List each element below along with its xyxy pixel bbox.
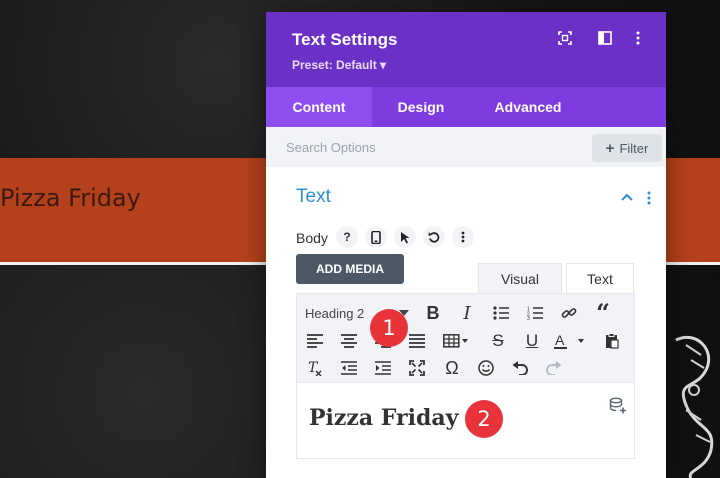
- tab-design[interactable]: Design: [384, 87, 458, 127]
- preset-dropdown[interactable]: Preset: Default ▾: [292, 58, 386, 72]
- split-view-icon[interactable]: [597, 30, 613, 46]
- section-more-icon[interactable]: [644, 190, 654, 206]
- svg-text:A: A: [555, 333, 565, 348]
- dynamic-content-icon[interactable]: [609, 397, 627, 415]
- svg-text:T: T: [308, 360, 319, 376]
- paste-icon[interactable]: [600, 329, 624, 353]
- link-icon[interactable]: [557, 301, 581, 325]
- italic-icon[interactable]: I: [455, 301, 479, 325]
- expand-icon[interactable]: [557, 30, 573, 46]
- settings-tabs: Content Design Advanced: [266, 87, 666, 127]
- search-options-input[interactable]: [286, 135, 586, 159]
- pizza-doodle-icon: [675, 335, 714, 478]
- reset-icon[interactable]: [423, 226, 445, 248]
- tab-content[interactable]: Content: [266, 87, 372, 127]
- emoji-icon[interactable]: [474, 356, 498, 380]
- redo-icon[interactable]: [542, 356, 566, 380]
- callout-marker-1: 1: [370, 309, 408, 347]
- strikethrough-icon[interactable]: S: [486, 329, 510, 353]
- underline-icon[interactable]: U: [520, 329, 544, 353]
- blockquote-icon[interactable]: “: [591, 301, 615, 325]
- numbered-list-icon[interactable]: 123: [523, 301, 547, 325]
- filter-label: Filter: [619, 140, 649, 156]
- indent-icon[interactable]: [371, 356, 395, 380]
- special-character-icon[interactable]: Ω: [440, 356, 464, 380]
- table-icon[interactable]: [441, 329, 471, 353]
- text-color-icon[interactable]: A: [553, 329, 587, 353]
- bullet-list-icon[interactable]: [489, 301, 513, 325]
- panel-title: Text Settings: [292, 30, 398, 49]
- chevron-up-icon[interactable]: [620, 190, 634, 204]
- callout-marker-2: 2: [465, 400, 503, 438]
- help-icon[interactable]: ?: [336, 226, 358, 248]
- editor-toolbar: Heading 2 B I 123 “ S U A T Ω: [296, 293, 635, 383]
- hover-cursor-icon[interactable]: [394, 226, 416, 248]
- panel-header: Text Settings Preset: Default ▾: [266, 12, 666, 87]
- mobile-icon[interactable]: [365, 226, 387, 248]
- fullscreen-icon[interactable]: [405, 356, 429, 380]
- align-center-icon[interactable]: [337, 329, 361, 353]
- filter-button[interactable]: + Filter: [592, 134, 662, 162]
- align-left-icon[interactable]: [303, 329, 327, 353]
- add-media-button[interactable]: ADD MEDIA: [296, 254, 404, 284]
- section-title[interactable]: Text: [296, 186, 331, 208]
- clear-formatting-icon[interactable]: T: [303, 356, 327, 380]
- more-options-icon[interactable]: [452, 226, 474, 248]
- outdent-icon[interactable]: [337, 356, 361, 380]
- bold-icon[interactable]: B: [421, 301, 445, 325]
- align-justify-icon[interactable]: [405, 329, 429, 353]
- svg-text:3: 3: [527, 316, 530, 320]
- heading-select-value: Heading 2: [305, 305, 365, 321]
- editor-heading[interactable]: Pizza Friday: [309, 405, 458, 431]
- more-vertical-icon[interactable]: [630, 30, 646, 46]
- text-settings-panel: Text Settings Preset: Default ▾ Content …: [266, 12, 666, 478]
- visual-mode-tab[interactable]: Visual: [478, 263, 562, 293]
- undo-icon[interactable]: [508, 356, 532, 380]
- tab-advanced[interactable]: Advanced: [480, 87, 576, 127]
- body-label: Body: [296, 230, 328, 246]
- text-mode-tab[interactable]: Text: [566, 263, 634, 293]
- plus-icon: +: [605, 139, 615, 157]
- search-row: + Filter: [266, 127, 666, 167]
- page-heading: Pizza Friday: [0, 184, 141, 212]
